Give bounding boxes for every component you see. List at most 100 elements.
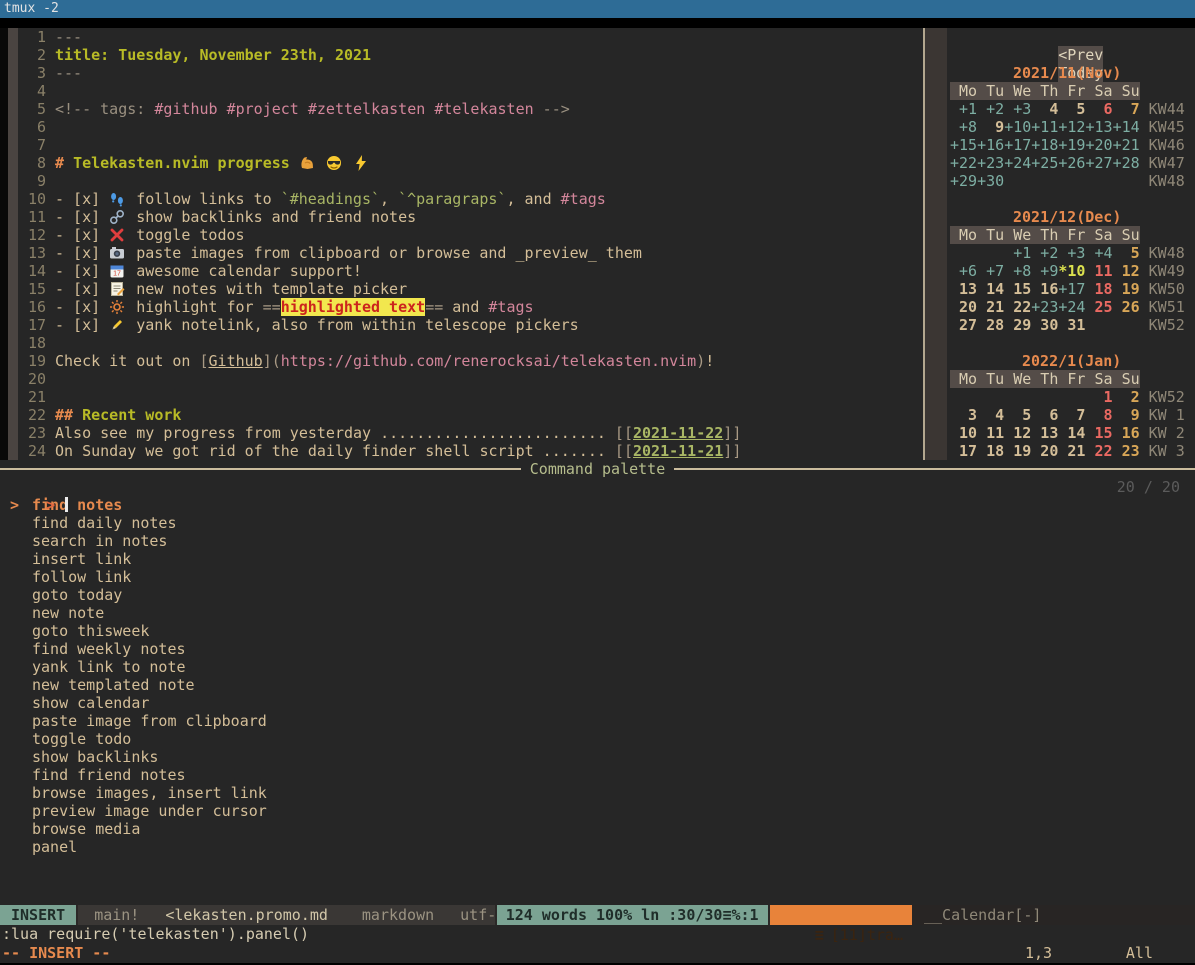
editor-line[interactable]: 12- [x] toggle todos — [18, 226, 923, 244]
calendar-day[interactable]: 7 — [1113, 100, 1140, 118]
calendar-day[interactable]: +16 — [977, 136, 1004, 154]
calendar-day[interactable]: 30 — [1031, 316, 1058, 334]
calendar-day[interactable]: 5 — [1004, 406, 1031, 424]
calendar-day[interactable]: 11 — [977, 424, 1004, 442]
calendar-day[interactable]: +8 — [950, 118, 977, 136]
calendar-day[interactable]: *10 — [1058, 262, 1085, 280]
editor-line[interactable]: 7 — [18, 136, 923, 154]
calendar-day[interactable]: 2 — [1113, 388, 1140, 406]
palette-item[interactable]: follow link — [0, 568, 1195, 586]
palette-item[interactable]: find weekly notes — [0, 640, 1195, 658]
calendar-prev-button[interactable]: <Prev — [1058, 46, 1103, 64]
calendar-day[interactable]: +30 — [977, 172, 1004, 190]
palette-item[interactable]: show calendar — [0, 694, 1195, 712]
calendar-day[interactable]: 22 — [1085, 442, 1112, 460]
calendar-day[interactable]: +2 — [977, 100, 1004, 118]
editor-line[interactable]: 20 — [18, 370, 923, 388]
palette-item[interactable]: browse media — [0, 820, 1195, 838]
palette-item[interactable]: panel — [0, 838, 1195, 856]
calendar-day[interactable]: 6 — [1031, 406, 1058, 424]
calendar-day[interactable]: 9 — [1113, 406, 1140, 424]
editor-line[interactable]: 9 — [18, 172, 923, 190]
calendar-day[interactable]: 17 — [950, 442, 977, 460]
calendar-day[interactable]: 16 — [1113, 424, 1140, 442]
editor-line[interactable]: 2title: Tuesday, November 23th, 2021 — [18, 46, 923, 64]
calendar-day[interactable]: +11 — [1031, 118, 1058, 136]
calendar-day[interactable]: +6 — [950, 262, 977, 280]
calendar-day[interactable]: 19 — [1004, 442, 1031, 460]
editor-line[interactable]: 24On Sunday we got rid of the daily find… — [18, 442, 923, 460]
calendar-day[interactable]: +22 — [950, 154, 977, 172]
editor-line[interactable]: 1--- — [18, 28, 923, 46]
calendar-day[interactable]: 18 — [977, 442, 1004, 460]
calendar-day[interactable]: +8 — [1004, 262, 1031, 280]
editor-line[interactable]: 21 — [18, 388, 923, 406]
calendar-day[interactable]: 5 — [1058, 100, 1085, 118]
calendar-day[interactable]: 25 — [1085, 298, 1112, 316]
editor-line[interactable]: 16- [x] highlight for ==highlighted text… — [18, 298, 923, 316]
palette-item[interactable]: new note — [0, 604, 1195, 622]
editor-line[interactable]: 17- [x] yank notelink, also from within … — [18, 316, 923, 334]
calendar-day[interactable]: +25 — [1031, 154, 1058, 172]
calendar-day[interactable]: +4 — [1085, 244, 1112, 262]
palette-item[interactable]: yank link to note — [0, 658, 1195, 676]
calendar-day[interactable]: +23 — [1031, 298, 1058, 316]
calendar-day[interactable]: 18 — [1085, 280, 1112, 298]
calendar-day[interactable]: 3 — [950, 406, 977, 424]
calendar-day[interactable]: +10 — [1004, 118, 1031, 136]
calendar-day[interactable]: +13 — [1085, 118, 1112, 136]
calendar-day[interactable]: +9 — [1031, 262, 1058, 280]
calendar-day[interactable]: 9 — [977, 118, 1004, 136]
calendar-day[interactable]: 14 — [977, 280, 1004, 298]
palette-item[interactable]: >find notes — [0, 496, 1195, 514]
calendar-day[interactable]: +24 — [1058, 298, 1085, 316]
palette-item[interactable]: preview image under cursor — [0, 802, 1195, 820]
palette-item[interactable]: search in notes — [0, 532, 1195, 550]
calendar-day[interactable]: +7 — [977, 262, 1004, 280]
calendar-day[interactable]: +17 — [1004, 136, 1031, 154]
editor-line[interactable]: 10- [x] follow links to `#headings`, `^p… — [18, 190, 923, 208]
calendar-day[interactable]: 4 — [977, 406, 1004, 424]
editor-line[interactable]: 19Check it out on [Github](https://githu… — [18, 352, 923, 370]
calendar-day[interactable]: +2 — [1031, 244, 1058, 262]
calendar-day[interactable]: 10 — [950, 424, 977, 442]
calendar-day[interactable]: +3 — [1004, 100, 1031, 118]
calendar-day[interactable]: +29 — [950, 172, 977, 190]
calendar-day[interactable]: 22 — [1004, 298, 1031, 316]
calendar-day[interactable]: 21 — [977, 298, 1004, 316]
calendar-day[interactable]: +20 — [1085, 136, 1112, 154]
editor-line[interactable]: 15- [x] new notes with template picker — [18, 280, 923, 298]
calendar-day[interactable]: +18 — [1031, 136, 1058, 154]
calendar-day[interactable]: 15 — [1004, 280, 1031, 298]
calendar-day[interactable]: 12 — [1113, 262, 1140, 280]
palette-item[interactable]: browse images, insert link — [0, 784, 1195, 802]
command-line[interactable]: :lua require('telekasten').panel() — [0, 925, 1195, 944]
calendar-day[interactable]: +1 — [1004, 244, 1031, 262]
palette-item[interactable]: find daily notes — [0, 514, 1195, 532]
editor-line[interactable]: 6 — [18, 118, 923, 136]
editor-line[interactable]: 14- [x] 17awesome calendar support! — [18, 262, 923, 280]
calendar-day[interactable]: 27 — [950, 316, 977, 334]
calendar-day[interactable]: +15 — [950, 136, 977, 154]
palette-item[interactable]: toggle todo — [0, 730, 1195, 748]
palette-item[interactable]: show backlinks — [0, 748, 1195, 766]
calendar-day[interactable]: 19 — [1113, 280, 1140, 298]
calendar-day[interactable]: 12 — [1004, 424, 1031, 442]
calendar-day[interactable]: 15 — [1085, 424, 1112, 442]
calendar-day[interactable]: 14 — [1058, 424, 1085, 442]
editor-scrollbar[interactable] — [8, 28, 18, 460]
palette-item[interactable]: goto today — [0, 586, 1195, 604]
palette-item[interactable]: paste image from clipboard — [0, 712, 1195, 730]
editor-line[interactable]: 4 — [18, 82, 923, 100]
calendar-day[interactable]: +26 — [1058, 154, 1085, 172]
calendar-day[interactable]: 7 — [1058, 406, 1085, 424]
calendar-scrollbar[interactable] — [925, 28, 947, 460]
calendar-day[interactable]: +19 — [1058, 136, 1085, 154]
calendar-day[interactable]: 23 — [1113, 442, 1140, 460]
palette-item[interactable]: goto thisweek — [0, 622, 1195, 640]
palette-prompt[interactable]: > 20 / 20 — [0, 478, 1195, 496]
calendar-day[interactable]: 1 — [1085, 388, 1112, 406]
editor[interactable]: 1---2title: Tuesday, November 23th, 2021… — [18, 28, 923, 460]
editor-line[interactable]: 5<!-- tags: #github #project #zettelkast… — [18, 100, 923, 118]
calendar-day[interactable]: +24 — [1004, 154, 1031, 172]
